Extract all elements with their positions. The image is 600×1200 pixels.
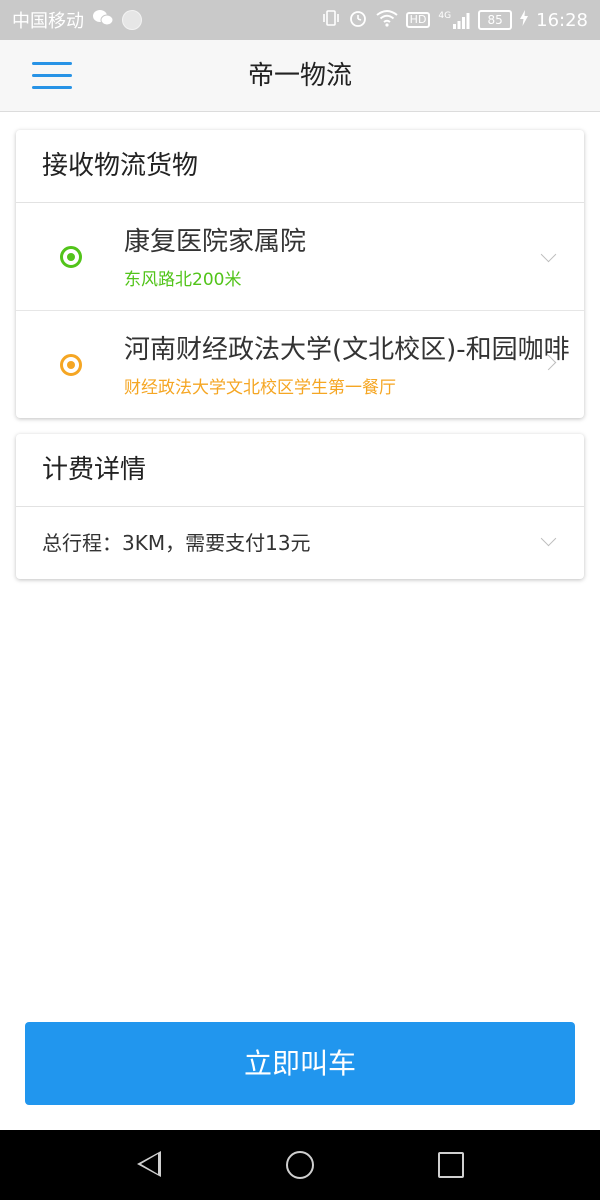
- vibrate-icon: [322, 9, 340, 32]
- app-bar: 帝一物流: [0, 40, 600, 112]
- recent-apps-icon[interactable]: [438, 1152, 464, 1178]
- alarm-icon: [348, 8, 368, 33]
- fee-card: 计费详情 总行程：3KM，需要支付13元: [16, 434, 584, 579]
- chevron-down-icon[interactable]: [540, 246, 557, 263]
- call-car-button[interactable]: 立即叫车: [25, 1022, 575, 1105]
- wechat-icon: [92, 9, 114, 32]
- charging-icon: [520, 9, 529, 31]
- location-name: 河南财经政法大学(文北校区)-和园咖啡: [124, 335, 570, 365]
- location-pin-icon: [60, 354, 82, 376]
- home-icon[interactable]: [286, 1151, 314, 1179]
- menu-icon[interactable]: [28, 58, 76, 94]
- location-item-origin[interactable]: 康复医院家属院 东风路北200米: [16, 203, 584, 311]
- fee-summary-row[interactable]: 总行程：3KM，需要支付13元: [16, 507, 584, 579]
- hd-badge: HD: [405, 12, 431, 28]
- navigation-bar: [0, 1130, 600, 1200]
- network-type-label: 4G: [438, 11, 452, 21]
- fee-card-header: 计费详情: [16, 434, 584, 507]
- battery-icon: 85: [478, 10, 513, 30]
- battery-level: 85: [487, 13, 503, 27]
- location-address: 东风路北200米: [124, 270, 242, 290]
- location-pin-icon: [60, 246, 82, 268]
- location-address: 财经政法大学文北校区学生第一餐厅: [124, 378, 396, 398]
- carrier-label: 中国移动: [12, 11, 84, 32]
- location-name: 康复医院家属院: [124, 227, 307, 257]
- status-bar: 中国移动 HD 4G 85 16:28: [0, 0, 600, 40]
- receive-card: 接收物流货物 康复医院家属院 东风路北200米 河南财经政法大学(文北校区)-和…: [16, 130, 584, 418]
- fee-summary: 总行程：3KM，需要支付13元: [42, 531, 311, 555]
- page-title: 帝一物流: [247, 61, 352, 91]
- wifi-icon: [376, 9, 398, 32]
- chevron-down-icon[interactable]: [540, 530, 557, 547]
- location-item-destination[interactable]: 河南财经政法大学(文北校区)-和园咖啡 财经政法大学文北校区学生第一餐厅: [16, 311, 584, 418]
- status-bar-left: 中国移动: [12, 7, 142, 33]
- notification-dot-icon: [122, 10, 142, 30]
- back-icon[interactable]: [137, 1151, 161, 1177]
- clock: 16:28: [536, 9, 588, 31]
- receive-card-header: 接收物流货物: [16, 130, 584, 203]
- signal-icon: 4G: [438, 11, 470, 29]
- status-bar-right: HD 4G 85 16:28: [322, 8, 588, 33]
